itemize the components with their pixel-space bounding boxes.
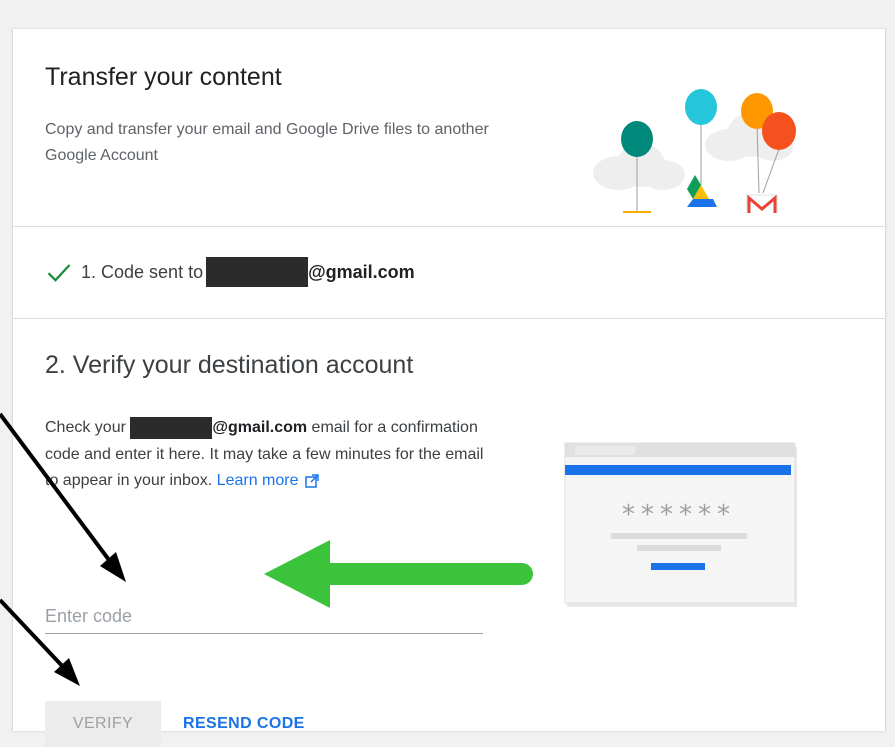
verify-section: 2. Verify your destination account Check… [13, 319, 885, 747]
code-input[interactable] [45, 599, 483, 634]
page-description: Copy and transfer your email and Google … [45, 121, 489, 164]
redacted-email [130, 416, 213, 439]
step1-label: 1. Code sent to [81, 261, 204, 282]
external-link-icon[interactable] [304, 474, 319, 488]
step1-email-domain: @gmail.com [308, 261, 415, 282]
learn-more-link[interactable]: Learn more [217, 472, 299, 489]
instruction-email-domain: @gmail.com [212, 419, 308, 436]
checkmark-icon [47, 264, 71, 282]
step2-title: 2. Verify your destination account [45, 351, 414, 379]
balloons-illustration [593, 89, 796, 213]
code-email-illustration: ****** [564, 442, 797, 607]
redacted-email [206, 257, 309, 287]
instruction-text-start: Check your [45, 419, 131, 436]
step2-instructions: Check your @gmail.com email for a confir… [45, 415, 495, 495]
step1-status: 1. Code sent to @gmail.com [45, 257, 415, 287]
page-title: Transfer your content [45, 63, 282, 91]
transfer-header-section: Transfer your content Copy and transfer … [13, 29, 885, 227]
transfer-card: Transfer your content Copy and transfer … [12, 28, 886, 747]
mock-code-text: ****** [622, 500, 736, 530]
step1-section: 1. Code sent to @gmail.com [13, 227, 885, 319]
resend-code-button[interactable]: RESEND CODE [179, 701, 309, 747]
verify-button[interactable]: VERIFY [45, 701, 161, 747]
